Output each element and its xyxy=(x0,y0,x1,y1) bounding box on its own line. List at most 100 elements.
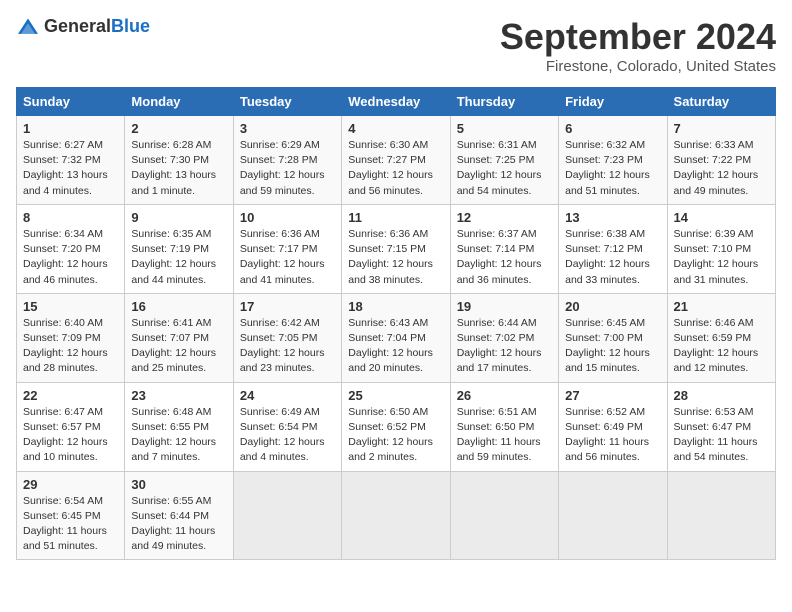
calendar-week-row: 1 Sunrise: 6:27 AM Sunset: 7:32 PM Dayli… xyxy=(17,116,776,205)
calendar-week-row: 8 Sunrise: 6:34 AM Sunset: 7:20 PM Dayli… xyxy=(17,204,776,293)
day-info: Sunrise: 6:48 AM Sunset: 6:55 PM Dayligh… xyxy=(131,405,226,466)
calendar-cell: 26 Sunrise: 6:51 AM Sunset: 6:50 PM Dayl… xyxy=(450,382,558,471)
day-info: Sunrise: 6:36 AM Sunset: 7:17 PM Dayligh… xyxy=(240,227,335,288)
day-number: 14 xyxy=(674,210,769,225)
day-info: Sunrise: 6:52 AM Sunset: 6:49 PM Dayligh… xyxy=(565,405,660,466)
calendar-cell: 20 Sunrise: 6:45 AM Sunset: 7:00 PM Dayl… xyxy=(559,293,667,382)
calendar-week-row: 29 Sunrise: 6:54 AM Sunset: 6:45 PM Dayl… xyxy=(17,471,776,560)
calendar-cell: 30 Sunrise: 6:55 AM Sunset: 6:44 PM Dayl… xyxy=(125,471,233,560)
calendar-cell: 15 Sunrise: 6:40 AM Sunset: 7:09 PM Dayl… xyxy=(17,293,125,382)
day-number: 24 xyxy=(240,388,335,403)
day-number: 17 xyxy=(240,299,335,314)
calendar-cell: 11 Sunrise: 6:36 AM Sunset: 7:15 PM Dayl… xyxy=(342,204,450,293)
weekday-header-row: SundayMondayTuesdayWednesdayThursdayFrid… xyxy=(17,88,776,116)
day-info: Sunrise: 6:29 AM Sunset: 7:28 PM Dayligh… xyxy=(240,138,335,199)
day-number: 1 xyxy=(23,121,118,136)
day-number: 30 xyxy=(131,477,226,492)
day-number: 26 xyxy=(457,388,552,403)
weekday-header-sunday: Sunday xyxy=(17,88,125,116)
day-number: 11 xyxy=(348,210,443,225)
day-number: 28 xyxy=(674,388,769,403)
day-info: Sunrise: 6:32 AM Sunset: 7:23 PM Dayligh… xyxy=(565,138,660,199)
page-header: GeneralBlue September 2024 Firestone, Co… xyxy=(16,16,776,75)
calendar-table: SundayMondayTuesdayWednesdayThursdayFrid… xyxy=(16,87,776,560)
day-number: 15 xyxy=(23,299,118,314)
day-number: 8 xyxy=(23,210,118,225)
calendar-cell xyxy=(559,471,667,560)
calendar-cell xyxy=(450,471,558,560)
month-year-title: September 2024 xyxy=(500,16,776,58)
day-info: Sunrise: 6:47 AM Sunset: 6:57 PM Dayligh… xyxy=(23,405,118,466)
day-info: Sunrise: 6:42 AM Sunset: 7:05 PM Dayligh… xyxy=(240,316,335,377)
day-info: Sunrise: 6:53 AM Sunset: 6:47 PM Dayligh… xyxy=(674,405,769,466)
day-number: 10 xyxy=(240,210,335,225)
day-number: 29 xyxy=(23,477,118,492)
location-subtitle: Firestone, Colorado, United States xyxy=(500,58,776,75)
calendar-cell: 22 Sunrise: 6:47 AM Sunset: 6:57 PM Dayl… xyxy=(17,382,125,471)
calendar-cell: 27 Sunrise: 6:52 AM Sunset: 6:49 PM Dayl… xyxy=(559,382,667,471)
day-info: Sunrise: 6:35 AM Sunset: 7:19 PM Dayligh… xyxy=(131,227,226,288)
calendar-cell: 18 Sunrise: 6:43 AM Sunset: 7:04 PM Dayl… xyxy=(342,293,450,382)
calendar-week-row: 15 Sunrise: 6:40 AM Sunset: 7:09 PM Dayl… xyxy=(17,293,776,382)
day-info: Sunrise: 6:38 AM Sunset: 7:12 PM Dayligh… xyxy=(565,227,660,288)
calendar-cell: 9 Sunrise: 6:35 AM Sunset: 7:19 PM Dayli… xyxy=(125,204,233,293)
day-info: Sunrise: 6:49 AM Sunset: 6:54 PM Dayligh… xyxy=(240,405,335,466)
logo: GeneralBlue xyxy=(16,16,150,37)
weekday-header-monday: Monday xyxy=(125,88,233,116)
day-info: Sunrise: 6:39 AM Sunset: 7:10 PM Dayligh… xyxy=(674,227,769,288)
day-number: 16 xyxy=(131,299,226,314)
calendar-cell: 25 Sunrise: 6:50 AM Sunset: 6:52 PM Dayl… xyxy=(342,382,450,471)
weekday-header-tuesday: Tuesday xyxy=(233,88,341,116)
calendar-week-row: 22 Sunrise: 6:47 AM Sunset: 6:57 PM Dayl… xyxy=(17,382,776,471)
day-number: 22 xyxy=(23,388,118,403)
day-number: 13 xyxy=(565,210,660,225)
calendar-cell: 12 Sunrise: 6:37 AM Sunset: 7:14 PM Dayl… xyxy=(450,204,558,293)
calendar-cell: 2 Sunrise: 6:28 AM Sunset: 7:30 PM Dayli… xyxy=(125,116,233,205)
weekday-header-wednesday: Wednesday xyxy=(342,88,450,116)
day-number: 5 xyxy=(457,121,552,136)
calendar-cell: 1 Sunrise: 6:27 AM Sunset: 7:32 PM Dayli… xyxy=(17,116,125,205)
day-info: Sunrise: 6:55 AM Sunset: 6:44 PM Dayligh… xyxy=(131,494,226,555)
day-number: 25 xyxy=(348,388,443,403)
day-number: 23 xyxy=(131,388,226,403)
day-info: Sunrise: 6:40 AM Sunset: 7:09 PM Dayligh… xyxy=(23,316,118,377)
day-number: 12 xyxy=(457,210,552,225)
calendar-cell: 29 Sunrise: 6:54 AM Sunset: 6:45 PM Dayl… xyxy=(17,471,125,560)
day-info: Sunrise: 6:31 AM Sunset: 7:25 PM Dayligh… xyxy=(457,138,552,199)
day-number: 27 xyxy=(565,388,660,403)
calendar-cell: 28 Sunrise: 6:53 AM Sunset: 6:47 PM Dayl… xyxy=(667,382,775,471)
calendar-cell: 5 Sunrise: 6:31 AM Sunset: 7:25 PM Dayli… xyxy=(450,116,558,205)
calendar-cell: 3 Sunrise: 6:29 AM Sunset: 7:28 PM Dayli… xyxy=(233,116,341,205)
calendar-cell: 19 Sunrise: 6:44 AM Sunset: 7:02 PM Dayl… xyxy=(450,293,558,382)
calendar-cell: 21 Sunrise: 6:46 AM Sunset: 6:59 PM Dayl… xyxy=(667,293,775,382)
day-info: Sunrise: 6:28 AM Sunset: 7:30 PM Dayligh… xyxy=(131,138,226,199)
day-number: 4 xyxy=(348,121,443,136)
day-info: Sunrise: 6:50 AM Sunset: 6:52 PM Dayligh… xyxy=(348,405,443,466)
weekday-header-thursday: Thursday xyxy=(450,88,558,116)
day-number: 2 xyxy=(131,121,226,136)
day-info: Sunrise: 6:51 AM Sunset: 6:50 PM Dayligh… xyxy=(457,405,552,466)
calendar-cell: 24 Sunrise: 6:49 AM Sunset: 6:54 PM Dayl… xyxy=(233,382,341,471)
day-number: 19 xyxy=(457,299,552,314)
calendar-cell: 16 Sunrise: 6:41 AM Sunset: 7:07 PM Dayl… xyxy=(125,293,233,382)
day-info: Sunrise: 6:45 AM Sunset: 7:00 PM Dayligh… xyxy=(565,316,660,377)
weekday-header-friday: Friday xyxy=(559,88,667,116)
calendar-cell: 8 Sunrise: 6:34 AM Sunset: 7:20 PM Dayli… xyxy=(17,204,125,293)
calendar-cell: 7 Sunrise: 6:33 AM Sunset: 7:22 PM Dayli… xyxy=(667,116,775,205)
day-info: Sunrise: 6:30 AM Sunset: 7:27 PM Dayligh… xyxy=(348,138,443,199)
day-info: Sunrise: 6:36 AM Sunset: 7:15 PM Dayligh… xyxy=(348,227,443,288)
calendar-cell xyxy=(233,471,341,560)
day-number: 20 xyxy=(565,299,660,314)
day-info: Sunrise: 6:46 AM Sunset: 6:59 PM Dayligh… xyxy=(674,316,769,377)
day-info: Sunrise: 6:34 AM Sunset: 7:20 PM Dayligh… xyxy=(23,227,118,288)
day-info: Sunrise: 6:44 AM Sunset: 7:02 PM Dayligh… xyxy=(457,316,552,377)
calendar-cell: 6 Sunrise: 6:32 AM Sunset: 7:23 PM Dayli… xyxy=(559,116,667,205)
day-info: Sunrise: 6:43 AM Sunset: 7:04 PM Dayligh… xyxy=(348,316,443,377)
calendar-cell: 10 Sunrise: 6:36 AM Sunset: 7:17 PM Dayl… xyxy=(233,204,341,293)
day-number: 6 xyxy=(565,121,660,136)
calendar-cell: 17 Sunrise: 6:42 AM Sunset: 7:05 PM Dayl… xyxy=(233,293,341,382)
calendar-cell: 13 Sunrise: 6:38 AM Sunset: 7:12 PM Dayl… xyxy=(559,204,667,293)
logo-icon xyxy=(16,17,40,37)
calendar-cell xyxy=(667,471,775,560)
calendar-cell xyxy=(342,471,450,560)
